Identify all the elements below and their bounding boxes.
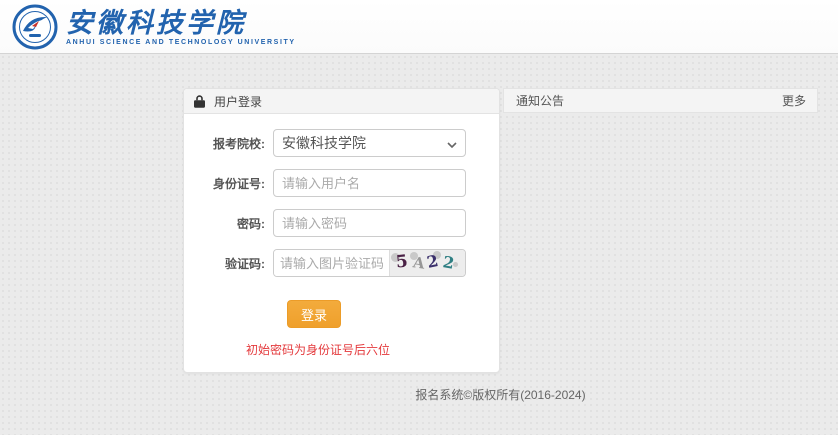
action-area: 登录 初始密码为身份证号后六位 <box>246 300 382 358</box>
login-form: 报考院校: 安徽科技学院 身份证号: <box>184 114 499 372</box>
university-emblem-icon <box>12 4 58 50</box>
brand-block: 安徽科技学院 ANHUI SCIENCE AND TECHNOLOGY UNIV… <box>66 8 296 46</box>
university-name-cn: 安徽科技学院 <box>66 8 296 38</box>
idnumber-input[interactable] <box>273 169 466 197</box>
password-input[interactable] <box>273 209 466 237</box>
password-label: 密码: <box>184 215 273 232</box>
initial-password-hint: 初始密码为身份证号后六位 <box>246 341 382 358</box>
copyright-text: 报名系统©版权所有(2016-2024) <box>183 386 818 403</box>
form-row-school: 报考院校: 安徽科技学院 <box>184 129 499 157</box>
idnumber-label: 身份证号: <box>184 175 273 192</box>
login-panel-title: 用户登录 <box>214 93 262 110</box>
notice-panel: 通知公告 更多 <box>503 88 818 368</box>
notice-panel-header: 通知公告 更多 <box>503 88 818 113</box>
main-content: 用户登录 报考院校: 安徽科技学院 <box>183 88 818 403</box>
captcha-field: 5A22 <box>273 249 466 277</box>
school-label: 报考院校: <box>184 135 273 152</box>
form-row-captcha: 验证码: 5A22 <box>184 249 499 277</box>
notice-panel-body <box>503 113 818 368</box>
captcha-input[interactable] <box>274 250 389 276</box>
school-select-value: 安徽科技学院 <box>282 133 366 153</box>
captcha-image[interactable]: 5A22 <box>389 250 465 276</box>
form-row-password: 密码: <box>184 209 499 237</box>
site-header: 安徽科技学院 ANHUI SCIENCE AND TECHNOLOGY UNIV… <box>0 0 838 54</box>
login-panel-header: 用户登录 <box>184 89 499 114</box>
form-row-idnumber: 身份证号: <box>184 169 499 197</box>
school-select[interactable]: 安徽科技学院 <box>273 129 466 157</box>
login-panel: 用户登录 报考院校: 安徽科技学院 <box>183 88 500 373</box>
captcha-label: 验证码: <box>184 255 273 272</box>
login-button[interactable]: 登录 <box>287 300 341 328</box>
panels-row: 用户登录 报考院校: 安徽科技学院 <box>183 88 818 373</box>
lock-icon <box>194 95 205 108</box>
page: 安徽科技学院 ANHUI SCIENCE AND TECHNOLOGY UNIV… <box>0 0 838 435</box>
chevron-down-icon <box>447 135 457 151</box>
more-link[interactable]: 更多 <box>782 92 806 109</box>
notice-panel-title: 通知公告 <box>516 92 564 109</box>
university-name-en: ANHUI SCIENCE AND TECHNOLOGY UNIVERSITY <box>66 39 296 46</box>
